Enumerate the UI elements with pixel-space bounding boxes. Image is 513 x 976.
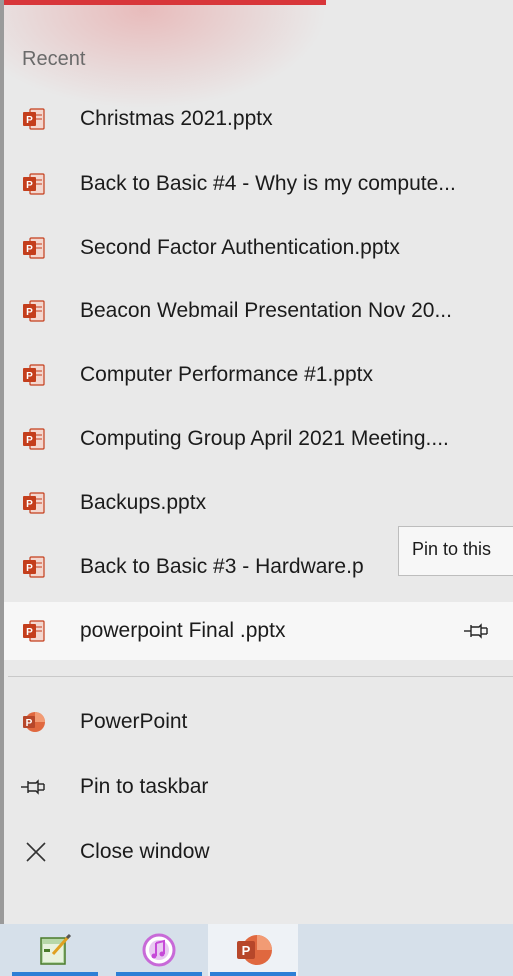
svg-text:P: P bbox=[26, 435, 33, 446]
svg-text:P: P bbox=[26, 115, 33, 126]
recent-item-label: Christmas 2021.pptx bbox=[80, 107, 273, 130]
svg-text:P: P bbox=[242, 943, 251, 958]
pin-icon bbox=[21, 779, 45, 795]
recent-item-hovered[interactable]: P powerpoint Final .pptx bbox=[4, 602, 513, 660]
task-label: Pin to taskbar bbox=[80, 775, 209, 798]
pptx-file-icon: P bbox=[23, 108, 45, 130]
taskbar-itunes-button[interactable] bbox=[114, 924, 204, 976]
recent-item[interactable]: P Back to Basic #4 - Why is my compute..… bbox=[4, 156, 513, 212]
pin-tooltip: Pin to this bbox=[398, 526, 513, 576]
recent-item-label: Backups.pptx bbox=[80, 491, 207, 514]
svg-text:P: P bbox=[26, 180, 33, 191]
recent-item-label: Back to Basic #3 - Hardware.p bbox=[80, 555, 364, 578]
active-indicator bbox=[210, 972, 296, 976]
svg-text:P: P bbox=[26, 563, 33, 574]
task-label: PowerPoint bbox=[80, 710, 188, 733]
recent-section-title: Recent bbox=[22, 48, 86, 70]
running-indicator bbox=[12, 972, 98, 976]
task-pin-to-taskbar[interactable]: Pin to taskbar bbox=[4, 759, 513, 815]
pptx-file-icon: P bbox=[23, 428, 45, 450]
recent-item-label: Beacon Webmail Presentation Nov 20... bbox=[80, 299, 452, 322]
pptx-file-icon: P bbox=[23, 237, 45, 259]
pptx-file-icon: P bbox=[23, 556, 45, 578]
itunes-icon bbox=[142, 933, 176, 967]
recent-item[interactable]: P Computing Group April 2021 Meeting.... bbox=[4, 411, 513, 467]
svg-text:P: P bbox=[26, 718, 33, 729]
taskbar: P bbox=[0, 924, 513, 976]
svg-text:P: P bbox=[26, 307, 33, 318]
task-open-powerpoint[interactable]: P PowerPoint bbox=[4, 694, 513, 750]
pptx-file-icon: P bbox=[23, 173, 45, 195]
recent-item-label: Second Factor Authentication.pptx bbox=[80, 236, 400, 259]
recent-item-label: Computing Group April 2021 Meeting.... bbox=[80, 427, 449, 450]
pin-icon bbox=[464, 623, 488, 639]
pptx-file-icon: P bbox=[23, 492, 45, 514]
powerpoint-taskbar-icon: P bbox=[237, 935, 272, 965]
powerpoint-app-icon: P bbox=[23, 712, 45, 732]
jump-list: Recent P Christmas 2021.pptx P Back to B… bbox=[0, 0, 513, 924]
task-close-window[interactable]: Close window bbox=[4, 824, 513, 880]
recent-item-label: powerpoint Final .pptx bbox=[80, 619, 286, 642]
svg-text:P: P bbox=[26, 371, 33, 382]
top-accent-bar bbox=[4, 0, 326, 5]
svg-text:P: P bbox=[26, 244, 33, 255]
recent-item-label: Back to Basic #4 - Why is my compute... bbox=[80, 172, 456, 195]
recent-item[interactable]: P Beacon Webmail Presentation Nov 20... bbox=[4, 283, 513, 339]
recent-item[interactable]: P Computer Performance #1.pptx bbox=[4, 347, 513, 403]
recent-item[interactable]: P Second Factor Authentication.pptx bbox=[4, 220, 513, 276]
pptx-file-icon: P bbox=[23, 364, 45, 386]
notepad-icon bbox=[40, 933, 72, 965]
running-indicator bbox=[116, 972, 202, 976]
svg-text:P: P bbox=[26, 499, 33, 510]
pin-to-list-button[interactable] bbox=[460, 615, 492, 647]
pptx-file-icon: P bbox=[23, 620, 45, 642]
recent-item[interactable]: P Christmas 2021.pptx bbox=[4, 91, 513, 147]
taskbar-powerpoint-button[interactable]: P bbox=[208, 924, 298, 976]
pptx-file-icon: P bbox=[23, 300, 45, 322]
recent-item-label: Computer Performance #1.pptx bbox=[80, 363, 373, 386]
recent-item[interactable]: P Backups.pptx bbox=[4, 475, 513, 531]
close-icon bbox=[26, 842, 46, 862]
taskbar-notepad-button[interactable] bbox=[10, 924, 100, 976]
task-label: Close window bbox=[80, 840, 210, 863]
section-divider bbox=[8, 676, 513, 677]
svg-text:P: P bbox=[26, 627, 33, 638]
